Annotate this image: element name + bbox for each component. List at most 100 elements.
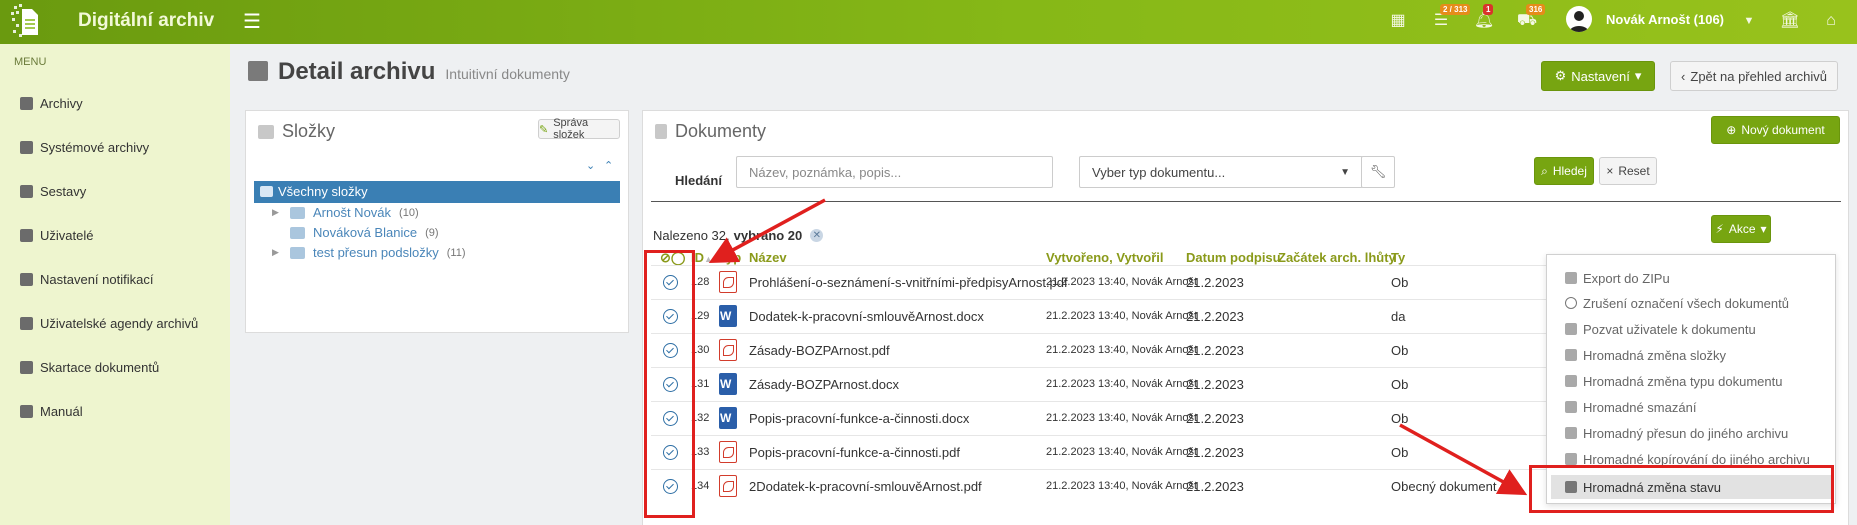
row-signed: 21.2.2023 (1186, 309, 1244, 324)
gears-icon: ⚙ (1554, 68, 1567, 83)
app-title[interactable]: Digitální archiv (78, 10, 214, 32)
folder-icon (258, 124, 274, 139)
tree-item-folder[interactable]: Nováková Blanice (9) (272, 225, 439, 240)
row-name[interactable]: Zásady-BOZPArnost.docx (749, 377, 899, 392)
folder-name: Arnošt Novák (313, 205, 392, 220)
settings-button-label: Nastavení (1571, 68, 1630, 84)
wrench-icon[interactable]: 🔧︎ (1361, 156, 1395, 188)
folder-count: (9) (425, 226, 439, 239)
sidebar-item-label: Systémové archivy (40, 139, 150, 155)
row-signed: 21.2.2023 (1186, 275, 1244, 290)
reset-button[interactable]: × Reset (1599, 157, 1657, 185)
folder-count: (11) (446, 246, 466, 259)
word-icon (719, 305, 737, 327)
sidebar-item-reports[interactable]: Sestavy (20, 181, 86, 201)
column-retention[interactable]: Začátek arch. lhůty (1278, 250, 1396, 265)
sidebar-item-system-archives[interactable]: Systémové archivy (20, 137, 149, 157)
hamburger-menu-icon[interactable]: ☰ (243, 9, 261, 34)
chevron-down-icon[interactable]: ▼ (1736, 8, 1762, 34)
home-icon[interactable]: ⌂ (1818, 8, 1844, 34)
search-button-label: Hledej (1552, 164, 1587, 178)
pdf-icon (719, 339, 737, 361)
new-document-button[interactable]: ⊕ Nový dokument (1711, 116, 1840, 144)
sidebar-item-shredding[interactable]: Skartace dokumentů (20, 357, 159, 377)
sidebar-item-label: Uživatelské agendy archivů (40, 315, 199, 331)
row-type: Ob (1391, 445, 1409, 460)
app-logo-icon[interactable] (10, 4, 40, 38)
menu-item-bulk-move[interactable]: Hromadný přesun do jiného archivu (1565, 422, 1788, 444)
search-icon: ⌕ (1541, 163, 1548, 178)
menu-item-bulk-type[interactable]: Hromadná změna typu dokumentu (1565, 370, 1782, 392)
document-type-select[interactable]: Vyber typ dokumentu... ▼ (1079, 156, 1363, 188)
caret-right-icon[interactable]: ▶ (272, 207, 282, 218)
word-icon (719, 407, 737, 429)
caret-down-icon: ▾ (1760, 222, 1767, 236)
row-name[interactable]: Zásady-BOZPArnost.pdf (749, 343, 890, 358)
bolt-icon: ⚡︎ (1715, 222, 1724, 236)
sidebar-item-manual[interactable]: Manuál (20, 401, 83, 421)
truck-icon[interactable]: ⛟ 316 (1514, 4, 1546, 34)
archive-icon (1565, 272, 1577, 284)
column-ty[interactable]: Ty (1391, 250, 1405, 265)
tree-item-folder[interactable]: ▶ test přesun podsložky (11) (272, 245, 465, 260)
search-label: Hledání (675, 173, 722, 188)
bell-icon[interactable]: 🔔︎ 1 (1471, 4, 1497, 34)
column-name[interactable]: Název (749, 250, 787, 265)
back-to-archives-button[interactable]: ‹ Zpět na přehled archivů (1670, 61, 1838, 91)
sidebar-item-users[interactable]: Uživatelé (20, 225, 93, 245)
row-name[interactable]: 2Dodatek-k-pracovní-smlouvěArnost.pdf (749, 479, 982, 494)
word-icon (719, 373, 737, 395)
divider (651, 201, 1841, 202)
pdf-icon (719, 475, 737, 497)
transport-badge: 316 (1526, 4, 1546, 15)
tasks-icon[interactable]: ☰ 2 / 313 (1428, 4, 1471, 34)
sidebar-item-notifications[interactable]: Nastavení notifikací (20, 269, 153, 289)
calendar-icon[interactable]: ▦ (1385, 8, 1411, 34)
row-name[interactable]: Popis-pracovní-funkce-a-činnosti.pdf (749, 445, 960, 460)
book-icon (20, 404, 33, 418)
bank-icon[interactable]: 🏛︎ (1777, 8, 1803, 34)
menu-item-bulk-delete[interactable]: Hromadné smazání (1565, 396, 1696, 418)
search-input[interactable]: Název, poznámka, popis... (736, 156, 1053, 188)
top-navbar: Digitální archiv ☰ ▦ ☰ 2 / 313 🔔︎ 1 ⛟ 316 N… (0, 0, 1857, 44)
folders-panel: Složky ✎ Správa složek ⌄ ⌃ Všechny složky… (245, 110, 629, 333)
settings-button[interactable]: ⚙ Nastavení ▾ (1541, 61, 1655, 91)
menu-item-invite-user[interactable]: Pozvat uživatele k dokumentu (1565, 318, 1756, 340)
collapse-all-icon[interactable]: ⌄ (586, 159, 595, 172)
manage-folders-button[interactable]: ✎ Správa složek (538, 117, 620, 141)
sidebar-item-archivy[interactable]: Archivy (20, 93, 83, 113)
column-created[interactable]: Vytvořeno, Vytvořil (1046, 250, 1164, 265)
server-icon (20, 140, 33, 154)
row-signed: 21.2.2023 (1186, 377, 1244, 392)
menu-item-unselect-all[interactable]: Zrušení označení všech dokumentů (1565, 292, 1789, 314)
copy-icon (1565, 453, 1577, 465)
avatar[interactable] (1566, 6, 1592, 32)
tree-item-folder[interactable]: ▶ Arnošt Novák (10) (272, 205, 419, 220)
expand-all-icon[interactable]: ⌃ (604, 159, 613, 172)
pdf-icon (719, 271, 737, 293)
sidebar-item-agendas[interactable]: Uživatelské agendy archivů (20, 313, 198, 333)
row-type: Ob (1391, 377, 1409, 392)
sidebar-item-label: Nastavení notifikací (40, 271, 154, 287)
column-type[interactable]: Typ (719, 250, 741, 265)
menu-item-bulk-folder[interactable]: Hromadná změna složky (1565, 344, 1726, 366)
sidebar-item-label: Sestavy (40, 183, 87, 199)
menu-item-export-zip[interactable]: Export do ZIPu (1565, 267, 1670, 289)
row-name[interactable]: Dodatek-k-pracovní-smlouvěArnost.docx (749, 309, 984, 324)
column-signed[interactable]: Datum podpisu (1186, 250, 1281, 265)
folder-open-icon (20, 316, 33, 330)
tree-item-all-folders[interactable]: Všechny složky (254, 181, 620, 203)
actions-button[interactable]: ⚡︎ Akce ▾ (1711, 215, 1771, 243)
clear-selection-icon[interactable]: ✕ (810, 229, 824, 242)
search-button[interactable]: ⌕ Hledej (1534, 157, 1594, 185)
file-icon (655, 124, 667, 139)
menu-item-label: Hromadné smazání (1583, 399, 1697, 415)
folder-open-icon (260, 186, 273, 197)
archive-icon (248, 61, 268, 81)
row-name[interactable]: Prohlášení-o-seznámení-s-vnitřními-předp… (749, 275, 1068, 290)
user-name[interactable]: Novák Arnošt (106) (1606, 12, 1724, 27)
users-icon (20, 228, 33, 242)
caret-right-icon[interactable]: ▶ (272, 247, 282, 258)
row-name[interactable]: Popis-pracovní-funkce-a-činnosti.docx (749, 411, 969, 426)
folder-icon (290, 246, 305, 259)
